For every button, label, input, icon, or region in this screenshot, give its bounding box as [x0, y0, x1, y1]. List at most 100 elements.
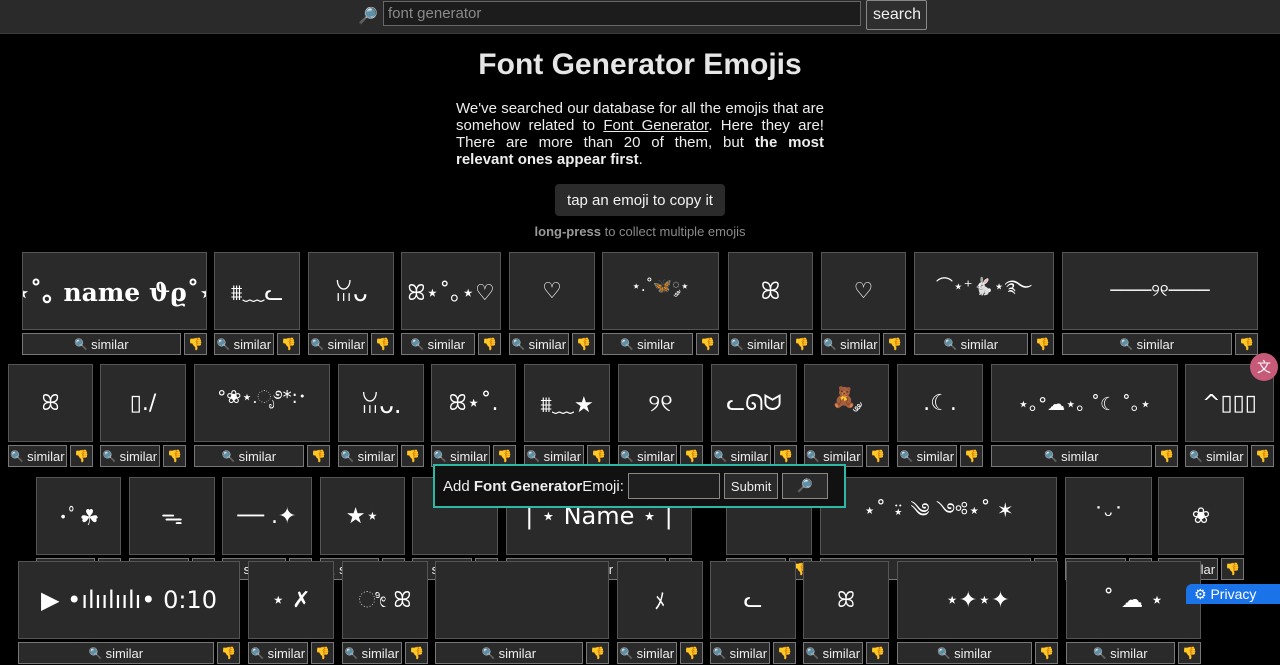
emoji-tile[interactable]: °❀⋆.ೃ࿔*:･ [194, 364, 330, 442]
similar-button[interactable]: 🔍similar [617, 642, 677, 664]
similar-button[interactable]: 🔍similar [897, 445, 957, 467]
thumbs-down-icon[interactable]: 👎 [1031, 333, 1054, 355]
similar-button[interactable]: 🔍similar [214, 333, 274, 355]
submit-button[interactable]: Submit [723, 473, 778, 499]
emoji-tile[interactable] [435, 561, 609, 639]
emoji-tile[interactable]: ೀ ꕤ [342, 561, 428, 639]
thumbs-down-icon[interactable]: 👎 [311, 642, 334, 664]
emoji-tile[interactable]: ﾒ [617, 561, 703, 639]
thumbs-down-icon[interactable]: 👎 [478, 333, 501, 355]
similar-button[interactable]: 🔍similar [710, 642, 770, 664]
emoji-tile[interactable]: ⩩﹏ᓚ [214, 252, 300, 330]
emoji-tile[interactable]: 🧸 ༘ [804, 364, 889, 442]
similar-button[interactable]: 🔍similar [914, 333, 1028, 355]
emoji-tile[interactable]: ᓚ [710, 561, 796, 639]
emoji-tile[interactable]: ⋆.˚🦋༘⋆ [602, 252, 719, 330]
emoji-tile[interactable]: ᯓ [129, 477, 215, 555]
emoji-tile[interactable]: .☾. [897, 364, 983, 442]
similar-button[interactable]: 🔍similar [8, 445, 67, 467]
emoji-tile[interactable]: ˚ ☁︎ ⋆ [1066, 561, 1201, 639]
thumbs-down-icon[interactable]: 👎 [401, 445, 424, 467]
emoji-tile[interactable]: ⋆˚ ⍣ ༄ ༺⋆˚ ✶ [820, 477, 1057, 555]
similar-button[interactable]: 🔍similar [897, 642, 1032, 664]
tap-to-copy-button[interactable]: tap an emoji to copy it [555, 184, 725, 216]
thumbs-down-icon[interactable]: 👎 [696, 333, 719, 355]
similar-button[interactable]: 🔍similar [821, 333, 880, 355]
thumbs-down-icon[interactable]: 👎 [1235, 333, 1258, 355]
emoji-tile[interactable]: ▶ •ılıılıılı• 0:10 [18, 561, 240, 639]
thumbs-down-icon[interactable]: 👎 [1155, 445, 1178, 467]
similar-button[interactable]: 🔍similar [100, 445, 160, 467]
emoji-tile[interactable]: ⋆✦⋆✦ [897, 561, 1058, 639]
thumbs-down-icon[interactable]: 👎 [307, 445, 330, 467]
similar-button[interactable]: 🔍similar [728, 333, 787, 355]
emoji-tile[interactable]: ♡ [821, 252, 906, 330]
thumbs-down-icon[interactable]: 👎 [1178, 642, 1201, 664]
similar-button[interactable]: 🔍similar [1185, 445, 1248, 467]
emoji-tile[interactable]: ⩩﹏★ [524, 364, 610, 442]
thumbs-down-icon[interactable]: 👎 [572, 333, 595, 355]
similar-button[interactable]: 🔍similar [1066, 642, 1175, 664]
thumbs-down-icon[interactable]: 👎 [960, 445, 983, 467]
emoji-tile[interactable]: ꕤ [803, 561, 889, 639]
emoji-tile[interactable]: ꕤ⋆˚｡⋆♡ [401, 252, 501, 330]
thumbs-down-icon[interactable]: 👎 [277, 333, 300, 355]
add-emoji-input[interactable] [627, 473, 720, 499]
emoji-tile[interactable]: ꈍᴗ. [338, 364, 424, 442]
similar-button[interactable]: 🔍similar [22, 333, 181, 355]
emoji-tile[interactable]: ୨୧ [618, 364, 703, 442]
thumbs-down-icon[interactable]: 👎 [70, 445, 93, 467]
thumbs-down-icon[interactable]: 👎 [217, 642, 240, 664]
similar-button[interactable]: 🔍similar [602, 333, 693, 355]
thumbs-down-icon[interactable]: 👎 [883, 333, 906, 355]
emoji-tile[interactable]: ˙ᵕ˙ [1065, 477, 1152, 555]
similar-button[interactable]: 🔍similar [401, 333, 475, 355]
emoji-tile[interactable]: ꈍᴗ [308, 252, 394, 330]
emoji-tile[interactable]: ꕤ [728, 252, 813, 330]
privacy-badge[interactable]: ⚙ Privacy [1186, 584, 1280, 604]
emoji-tile[interactable]: ⋆ ✗ [248, 561, 334, 639]
emoji-tile[interactable]: ▯./ [100, 364, 186, 442]
emoji-tile[interactable]: ♡ [509, 252, 595, 330]
similar-button[interactable]: 🔍similar [342, 642, 402, 664]
emoji-tile[interactable]: ꕤ [8, 364, 93, 442]
thumbs-down-icon[interactable]: 👎 [866, 445, 889, 467]
similar-button[interactable]: 🔍similar [194, 445, 304, 467]
thumbs-down-icon[interactable]: 👎 [866, 642, 889, 664]
thumbs-down-icon[interactable]: 👎 [1221, 558, 1244, 580]
font-generator-link[interactable]: Font Generator [603, 117, 708, 134]
emoji-tile[interactable]: ⋆｡°☁︎⋆｡ ˚☾ ˚｡⋆ [991, 364, 1178, 442]
thumbs-down-icon[interactable]: 👎 [773, 642, 796, 664]
emoji-tile[interactable]: ･ﾟ☘ [36, 477, 121, 555]
emoji-tile[interactable]: ᓚᘏᗢ [711, 364, 797, 442]
magnifier-icon[interactable]: 🔎 [781, 473, 828, 499]
emoji-tile[interactable]: ── .✦ [222, 477, 312, 555]
thumbs-down-icon[interactable]: 👎 [1251, 445, 1274, 467]
similar-button[interactable]: 🔍similar [803, 642, 863, 664]
thumbs-down-icon[interactable]: 👎 [184, 333, 207, 355]
emoji-tile[interactable]: ⋆˚｡ name ϑϱ˚⋆ [22, 252, 207, 330]
thumbs-down-icon[interactable]: 👎 [405, 642, 428, 664]
thumbs-down-icon[interactable]: 👎 [163, 445, 186, 467]
thumbs-down-icon[interactable]: 👎 [680, 642, 703, 664]
similar-button[interactable]: 🔍similar [338, 445, 398, 467]
emoji-tile[interactable]: ꕤ⋆˚. [431, 364, 516, 442]
similar-button[interactable]: 🔍similar [1062, 333, 1232, 355]
translate-icon[interactable]: 文 [1250, 353, 1278, 381]
thumbs-down-icon[interactable]: 👎 [371, 333, 394, 355]
thumbs-down-icon[interactable]: 👎 [790, 333, 813, 355]
emoji-tile[interactable]: ────୨୧──── [1062, 252, 1258, 330]
search-input[interactable] [383, 1, 861, 26]
similar-button[interactable]: 🔍similar [509, 333, 569, 355]
similar-button[interactable]: 🔍similar [248, 642, 308, 664]
search-button[interactable]: search [866, 0, 927, 30]
emoji-tile[interactable]: ★⋆ [320, 477, 405, 555]
similar-button[interactable]: 🔍similar [18, 642, 214, 664]
thumbs-down-icon[interactable]: 👎 [1035, 642, 1058, 664]
emoji-tile[interactable]: ❀ [1158, 477, 1244, 555]
emoji-tile[interactable]: ⌒⋆⁺🐇⋆࿐ [914, 252, 1054, 330]
similar-button[interactable]: 🔍similar [991, 445, 1152, 467]
similar-button[interactable]: 🔍similar [435, 642, 583, 664]
similar-button[interactable]: 🔍similar [308, 333, 368, 355]
thumbs-down-icon[interactable]: 👎 [586, 642, 609, 664]
